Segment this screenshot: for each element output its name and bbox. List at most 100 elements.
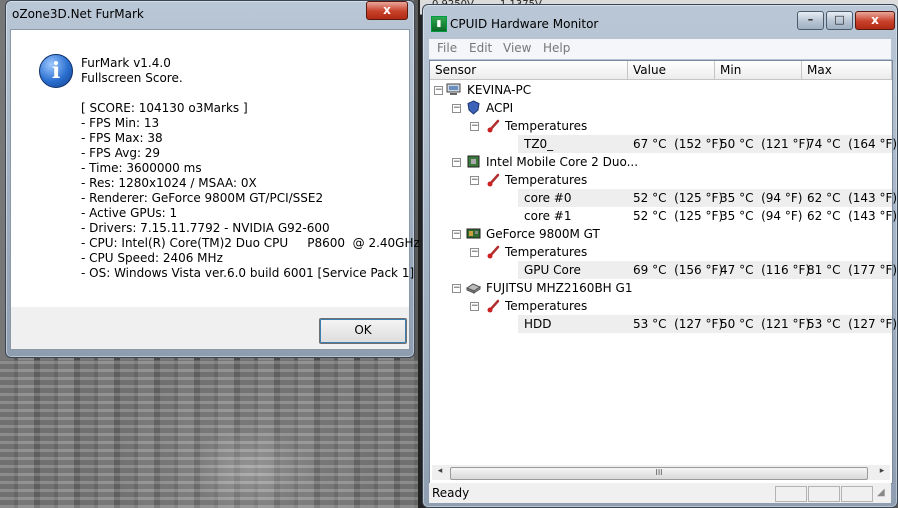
tree-node-computer[interactable]: − KEVINA-PC (430, 81, 892, 99)
sensor-max: 81 °C (177 °F) (807, 263, 898, 277)
furmark-cpu: - CPU: Intel(R) Core(TM)2 Duo CPU P8600 … (81, 236, 420, 250)
sensor-value: 67 °C (152 °F) (633, 137, 724, 151)
sensor-row-hdd[interactable]: HDD 53 °C (127 °F) 50 °C (121 °F) 53 °C … (430, 315, 897, 333)
collapse-toggle[interactable]: − (470, 302, 479, 311)
hwmonitor-window: ▮ CPUID Hardware Monitor – □ x File Edit… (422, 4, 898, 508)
resize-grip-icon[interactable]: ◢ (877, 487, 885, 498)
maximize-button[interactable]: □ (826, 11, 853, 30)
sensor-row-tz0[interactable]: TZ0_ 67 °C (152 °F) 50 °C (121 °F) 74 °C… (430, 135, 897, 153)
sensor-max: 74 °C (164 °F) (807, 137, 898, 151)
collapse-toggle[interactable]: − (452, 104, 461, 113)
sensor-min: 35 °C (94 °F) (720, 209, 803, 223)
menu-edit[interactable]: Edit (469, 41, 492, 55)
sensor-row-gpu-core[interactable]: GPU Core 69 °C (156 °F) 47 °C (116 °F) 8… (430, 261, 897, 279)
sensor-value: 53 °C (127 °F) (633, 317, 724, 331)
menu-bar: File Edit View Help (429, 39, 891, 59)
furmark-score-dialog: oZone3D.Net FurMark x i FurMark v1.4.0 F… (5, 0, 420, 358)
tree-node-acpi[interactable]: − ACPI (430, 99, 892, 117)
furmark-mode: Fullscreen Score. (81, 71, 183, 85)
computer-icon (446, 83, 461, 95)
sensor-name: GPU Core (524, 263, 581, 277)
sensor-max: 53 °C (127 °F) (807, 317, 898, 331)
furmark-score: [ SCORE: 104130 o3Marks ] (81, 101, 248, 115)
status-pane (841, 486, 873, 502)
menu-file[interactable]: File (437, 41, 457, 55)
sensor-min: 47 °C (116 °F) (720, 263, 811, 277)
cpu-icon (467, 155, 480, 168)
sensor-row-core1[interactable]: core #1 52 °C (125 °F) 35 °C (94 °F) 62 … (430, 207, 897, 225)
shield-icon (467, 100, 480, 115)
collapse-toggle[interactable]: − (434, 86, 443, 95)
sensor-name: HDD (524, 317, 552, 331)
scroll-right-icon[interactable]: ▸ (876, 466, 888, 476)
sensor-max: 62 °C (143 °F) (807, 191, 898, 205)
tree-node-gpu[interactable]: − GeForce 9800M GT (430, 225, 892, 243)
sensor-row-core0[interactable]: core #0 52 °C (125 °F) 35 °C (94 °F) 62 … (430, 189, 897, 207)
furmark-window-title: oZone3D.Net FurMark (12, 7, 144, 21)
tree-node-cpu[interactable]: − Intel Mobile Core 2 Duo... (430, 153, 892, 171)
sensor-min: 50 °C (121 °F) (720, 317, 811, 331)
column-header-max[interactable]: Max (802, 61, 892, 80)
status-pane (808, 486, 840, 502)
column-header-value[interactable]: Value (628, 61, 715, 80)
ok-button[interactable]: OK (319, 318, 407, 344)
tree-label: FUJITSU MHZ2160BH G1 (486, 281, 633, 295)
furmark-version: FurMark v1.4.0 (81, 56, 171, 70)
furmark-time: - Time: 3600000 ms (81, 161, 202, 175)
tree-label: Temperatures (505, 173, 588, 187)
hard-drive-icon (466, 283, 481, 294)
scroll-left-icon[interactable]: ◂ (434, 466, 446, 476)
tree-label: ACPI (486, 101, 514, 115)
thermometer-icon (487, 173, 500, 187)
thermometer-icon (487, 119, 500, 133)
status-bar: Ready ◢ (429, 483, 891, 503)
gpu-icon (466, 228, 481, 239)
scrollbar-thumb[interactable]: III (450, 467, 868, 480)
sensor-name: core #0 (524, 191, 572, 205)
menu-view[interactable]: View (503, 41, 531, 55)
furmark-drivers: - Drivers: 7.15.11.7792 - NVIDIA G92-600 (81, 221, 330, 235)
tree-node-temperatures[interactable]: − Temperatures (430, 117, 892, 135)
thermometer-icon (487, 245, 500, 259)
sensor-max: 62 °C (143 °F) (807, 209, 898, 223)
sensor-value: 52 °C (125 °F) (633, 191, 724, 205)
menu-help[interactable]: Help (543, 41, 570, 55)
collapse-toggle[interactable]: − (470, 248, 479, 257)
furmark-close-button[interactable]: x (366, 1, 408, 20)
tree-node-temperatures[interactable]: − Temperatures (430, 243, 892, 261)
column-header-sensor[interactable]: Sensor (430, 61, 628, 80)
tree-node-temperatures[interactable]: − Temperatures (430, 297, 892, 315)
collapse-toggle[interactable]: − (470, 122, 479, 131)
furmark-cpu-speed: - CPU Speed: 2406 MHz (81, 251, 223, 265)
thermometer-icon (487, 299, 500, 313)
status-pane (775, 486, 807, 502)
minimize-button[interactable]: – (797, 11, 824, 30)
collapse-toggle[interactable]: − (452, 284, 461, 293)
sensor-value: 69 °C (156 °F) (633, 263, 724, 277)
collapse-toggle[interactable]: − (452, 230, 461, 239)
cpuid-app-icon: ▮ (431, 16, 447, 32)
sensor-tree-view: Sensor Value Min Max − KEVINA-PC − ACPI … (429, 60, 897, 484)
sensor-name: core #1 (524, 209, 572, 223)
hwmonitor-window-title: CPUID Hardware Monitor (450, 17, 599, 31)
collapse-toggle[interactable]: − (452, 158, 461, 167)
furmark-message-area: i FurMark v1.4.0 Fullscreen Score. [ SCO… (10, 29, 420, 308)
tree-node-hdd[interactable]: − FUJITSU MHZ2160BH G1 (430, 279, 892, 297)
horizontal-scrollbar[interactable]: ◂ III ▸ (432, 465, 890, 480)
hwmonitor-close-button[interactable]: x (855, 11, 895, 30)
tree-label: Temperatures (505, 245, 588, 259)
furmark-fps-min: - FPS Min: 13 (81, 116, 160, 130)
sensor-min: 35 °C (94 °F) (720, 191, 803, 205)
tree-label: Temperatures (505, 299, 588, 313)
furmark-os: - OS: Windows Vista ver.6.0 build 6001 [… (81, 266, 415, 280)
status-text: Ready (432, 486, 470, 500)
furmark-fps-max: - FPS Max: 38 (81, 131, 163, 145)
column-header-min[interactable]: Min (715, 61, 802, 80)
tree-label: KEVINA-PC (467, 83, 532, 97)
sensor-min: 50 °C (121 °F) (720, 137, 811, 151)
furmark-button-bar: OK (10, 307, 410, 350)
information-icon: i (39, 54, 73, 88)
furmark-active-gpus: - Active GPUs: 1 (81, 206, 178, 220)
collapse-toggle[interactable]: − (470, 176, 479, 185)
tree-node-temperatures[interactable]: − Temperatures (430, 171, 892, 189)
